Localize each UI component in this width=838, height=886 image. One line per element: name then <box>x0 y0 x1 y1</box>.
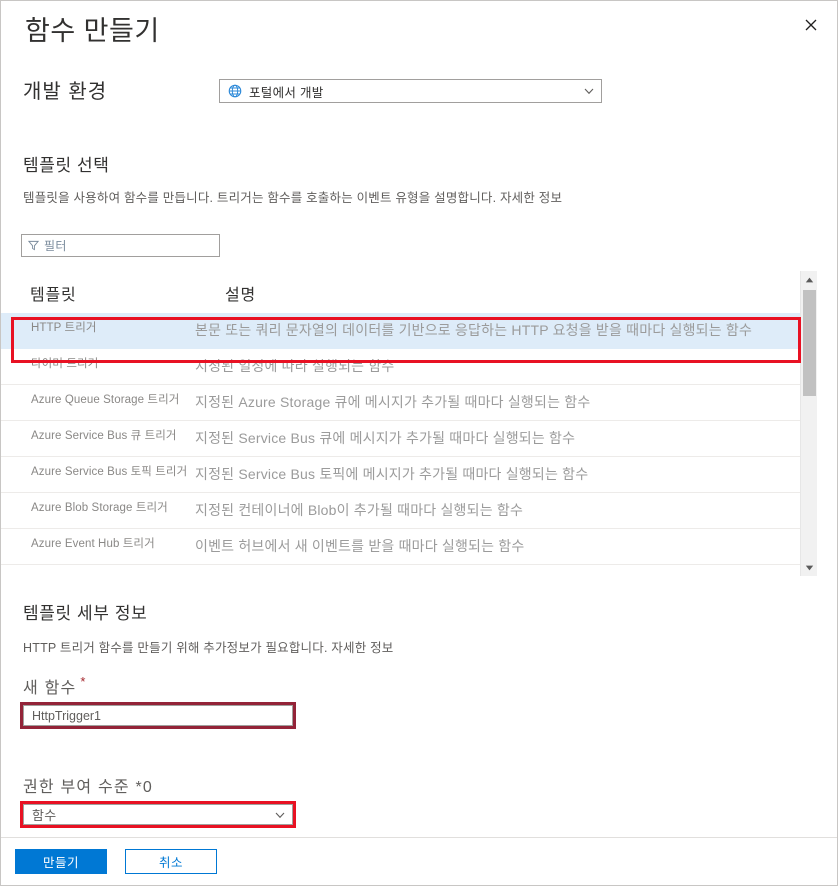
template-name-cell: Azure Queue Storage 트리거 <box>31 394 180 406</box>
development-environment-value: 포털에서 개발 <box>249 85 324 100</box>
new-function-name-input[interactable] <box>23 705 293 726</box>
template-filter-input[interactable]: 필터 <box>21 234 220 257</box>
template-list[interactable]: HTTP 트리거 본문 또는 쿼리 문자열의 데이터를 기반으로 응답하는 HTT… <box>1 313 801 575</box>
template-description-cell: 이벤트 허브에서 새 이벤트를 받을 때마다 실행되는 함수 <box>195 538 525 554</box>
blade-footer: 만들기 취소 <box>1 837 837 885</box>
template-name-cell: Azure Service Bus 큐 트리거 <box>31 430 177 442</box>
create-button[interactable]: 만들기 <box>15 849 107 874</box>
template-description-cell: 지정된 컨테이너에 Blob이 추가될 때마다 실행되는 함수 <box>195 502 524 518</box>
scroll-up-arrow-icon[interactable] <box>801 271 818 288</box>
template-name-cell: 타이머 트리거 <box>31 358 99 370</box>
scrollbar-thumb[interactable] <box>803 290 816 396</box>
template-description-cell: 본문 또는 쿼리 문자열의 데이터를 기반으로 응답하는 HTTP 요청을 받을… <box>195 322 753 338</box>
template-details-heading: 템플릿 세부 정보 <box>23 604 148 623</box>
column-header-template: 템플릿 <box>30 287 77 304</box>
template-list-scrollbar[interactable] <box>800 271 817 576</box>
template-name-cell: HTTP 트리거 <box>31 322 97 334</box>
template-description-cell: 지정된 일정에 따라 실행되는 함수 <box>195 358 395 374</box>
select-template-learn-more-link[interactable]: 자세한 정보 <box>500 191 562 205</box>
required-asterisk: * <box>80 674 87 689</box>
template-description-cell: 지정된 Service Bus 큐에 메시지가 추가될 때마다 실행되는 함수 <box>195 430 576 446</box>
development-environment-label: 개발 환경 <box>23 81 108 103</box>
table-row[interactable]: Azure Event Hub 트리거 이벤트 허브에서 새 이벤트를 받을 때마… <box>1 529 801 565</box>
template-table-header: 템플릿 설명 <box>1 271 801 313</box>
table-row[interactable]: Azure Queue Storage 트리거 지정된 Azure Storage… <box>1 385 801 421</box>
table-row[interactable]: Azure Blob Storage 트리거 지정된 컨테이너에 Blob이 추가… <box>1 493 801 529</box>
filter-icon <box>28 240 39 251</box>
select-template-heading: 템플릿 선택 <box>23 156 110 175</box>
table-row[interactable]: Azure Service Bus 큐 트리거 지정된 Service Bus 큐… <box>1 421 801 457</box>
table-row[interactable]: Azure Service Bus 토픽 트리거 지정된 Service Bus … <box>1 457 801 493</box>
select-template-description: 템플릿을 사용하여 함수를 만듭니다. 트리거는 함수를 호출하는 이벤트 유형… <box>23 187 562 206</box>
template-description-cell: 지정된 Service Bus 토픽에 메시지가 추가될 때마다 실행되는 함수 <box>195 466 589 482</box>
chevron-down-icon <box>584 88 594 95</box>
template-details-learn-more-link[interactable]: 자세한 정보 <box>331 641 393 655</box>
template-table: 템플릿 설명 HTTP 트리거 본문 또는 쿼리 문자열의 데이터를 기반으로 응… <box>1 271 837 576</box>
development-environment-row: 개발 환경 포털에서 개발 <box>1 71 837 111</box>
template-name-cell: Azure Service Bus 토픽 트리거 <box>31 466 188 478</box>
new-function-label-text: 새 함수 <box>23 680 77 697</box>
chevron-down-icon <box>275 812 285 818</box>
column-header-description: 설명 <box>225 287 257 304</box>
table-row[interactable]: 타이머 트리거 지정된 일정에 따라 실행되는 함수 <box>1 349 801 385</box>
globe-icon <box>228 84 242 98</box>
table-row[interactable]: HTTP 트리거 본문 또는 쿼리 문자열의 데이터를 기반으로 응답하는 HTT… <box>1 313 801 349</box>
select-template-description-text: 템플릿을 사용하여 함수를 만듭니다. 트리거는 함수를 호출하는 이벤트 유형… <box>23 191 500 205</box>
template-name-cell: Azure Blob Storage 트리거 <box>31 502 168 514</box>
scroll-down-arrow-icon[interactable] <box>801 559 818 576</box>
template-name-cell: Azure Event Hub 트리거 <box>31 538 155 550</box>
template-filter-placeholder: 필터 <box>44 239 67 253</box>
page-title: 함수 만들기 <box>25 16 160 46</box>
template-details-description-text: HTTP 트리거 함수를 만들기 위해 추가정보가 필요합니다. <box>23 641 332 655</box>
authorization-level-value: 함수 <box>32 808 57 823</box>
development-environment-dropdown[interactable]: 포털에서 개발 <box>219 79 602 103</box>
authorization-level-label: 권한 부여 수준 *0 <box>23 779 153 796</box>
blade-header: 함수 만들기 <box>1 1 837 59</box>
new-function-label: 새 함수 * <box>23 674 87 698</box>
template-description-cell: 지정된 Azure Storage 큐에 메시지가 추가될 때마다 실행되는 함… <box>195 394 591 410</box>
close-icon[interactable] <box>795 9 827 41</box>
cancel-button[interactable]: 취소 <box>125 849 217 874</box>
template-details-description: HTTP 트리거 함수를 만들기 위해 추가정보가 필요합니다. 자세한 정보 <box>23 637 393 656</box>
authorization-level-dropdown[interactable]: 함수 <box>23 804 293 825</box>
create-function-blade: 함수 만들기 개발 환경 포털에서 개발 템플릿 선택 템플릿을 사용하여 함수… <box>0 0 838 886</box>
